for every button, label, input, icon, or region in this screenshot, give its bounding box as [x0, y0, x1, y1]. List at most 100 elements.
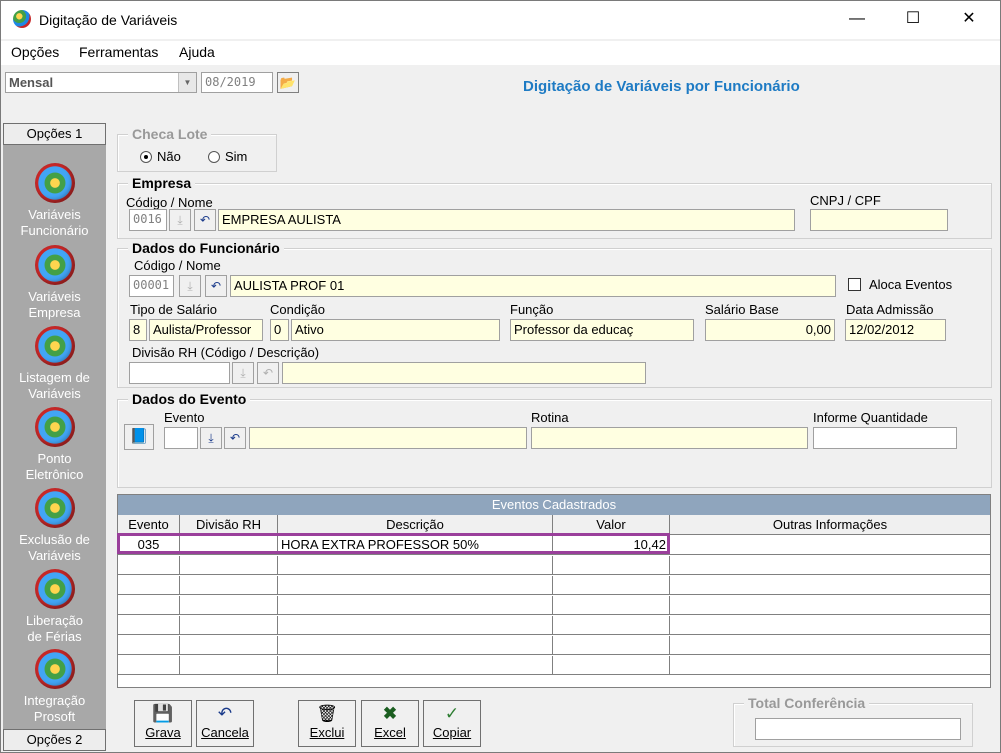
chevron-down-icon[interactable]: ▼	[178, 73, 196, 92]
salario-base-input[interactable]: 0,00	[705, 319, 835, 341]
col-divisao-rh[interactable]: Divisão RH	[180, 515, 278, 535]
undo-icon: ↶	[217, 704, 233, 723]
sidebar-item-label: Empresa	[28, 305, 81, 320]
grid-header: Evento Divisão RH Descrição Valor Outras…	[118, 515, 990, 535]
undo-icon[interactable]: ↶	[194, 209, 216, 231]
sidebar-item-liberacao-ferias[interactable]: Liberação de Férias	[3, 569, 106, 645]
minimize-button[interactable]: —	[834, 1, 880, 37]
condicao-codigo[interactable]: 0	[270, 319, 289, 341]
evento-input[interactable]	[164, 427, 198, 449]
evento-descricao-input[interactable]	[249, 427, 527, 449]
divisao-rh-descricao[interactable]	[282, 362, 646, 384]
sidebar-item-variaveis-funcionario[interactable]: Variáveis Funcionário	[3, 163, 106, 239]
cancela-label: Cancela	[201, 725, 249, 740]
period-type-select[interactable]: Mensal ▼	[5, 72, 197, 93]
app-window: Digitação de Variáveis — ☐ ✕ Opções Ferr…	[0, 0, 1001, 753]
checa-lote-legend: Checa Lote	[128, 126, 212, 142]
table-row-empty[interactable]	[118, 636, 990, 655]
book-icon[interactable]: 📘	[124, 424, 154, 450]
rotina-input[interactable]	[531, 427, 808, 449]
undo-icon[interactable]: ↶	[257, 362, 279, 384]
download-icon[interactable]: ⤓	[179, 275, 201, 297]
table-row-empty[interactable]	[118, 656, 990, 675]
globe-icon	[34, 245, 75, 285]
sidebar-item-label: Listagem de	[19, 370, 90, 385]
col-evento[interactable]: Evento	[118, 515, 180, 535]
cancela-button[interactable]: ↶ Cancela	[196, 700, 254, 747]
sidebar-item-label: Variáveis	[28, 386, 81, 401]
download-icon[interactable]: ⤓	[200, 427, 222, 449]
menu-ajuda[interactable]: Ajuda	[179, 44, 215, 60]
funcionario-nome-input[interactable]: AULISTA PROF 01	[230, 275, 836, 297]
empresa-legend: Empresa	[128, 175, 196, 191]
sidebar-header-opcoes-2[interactable]: Opções 2	[3, 729, 106, 751]
grava-button[interactable]: 💾 Grava	[134, 700, 192, 747]
table-row-empty[interactable]	[118, 576, 990, 595]
quantidade-label: Informe Quantidade	[813, 410, 928, 425]
radio-sim-label: Sim	[225, 149, 248, 164]
menu-ferramentas[interactable]: Ferramentas	[79, 44, 158, 60]
close-button[interactable]: ✕	[946, 1, 992, 37]
funcionario-codigo-input[interactable]: 00001	[129, 275, 174, 297]
condicao-label: Condição	[270, 302, 325, 317]
data-admissao-input[interactable]: 12/02/2012	[845, 319, 946, 341]
excel-label: Excel	[374, 725, 406, 740]
tipo-salario-descricao[interactable]: Aulista/Professor	[149, 319, 263, 341]
cell-outras	[670, 536, 990, 554]
sidebar-item-listagem-variaveis[interactable]: Listagem de Variáveis	[3, 326, 106, 402]
sidebar-item-label: Prosoft	[33, 709, 76, 724]
radio-selected-icon	[140, 151, 152, 163]
sidebar-item-label: de Férias	[27, 629, 82, 644]
sidebar-item-label: Eletrônico	[25, 467, 84, 482]
open-folder-icon[interactable]: 📂	[277, 72, 299, 93]
col-descricao[interactable]: Descrição	[278, 515, 553, 535]
download-icon[interactable]: ⤓	[169, 209, 191, 231]
col-outras-informacoes[interactable]: Outras Informações	[670, 515, 990, 535]
quantidade-input[interactable]	[813, 427, 957, 449]
divisao-rh-codigo[interactable]	[129, 362, 230, 384]
cnpj-label: CNPJ / CPF	[810, 193, 881, 208]
sidebar-item-variaveis-empresa[interactable]: Variáveis Empresa	[3, 245, 106, 321]
page-title: Digitação de Variáveis por Funcionário	[523, 78, 800, 95]
tipo-salario-codigo[interactable]: 8	[129, 319, 147, 341]
menu-opcoes[interactable]: Opções	[11, 44, 59, 60]
total-conferencia-input[interactable]	[755, 718, 961, 740]
empresa-codigo-input[interactable]: 0016	[129, 209, 167, 231]
sidebar-item-integracao-prosoft[interactable]: Integração Prosoft	[3, 649, 106, 725]
table-row-empty[interactable]	[118, 556, 990, 575]
sidebar-header-opcoes-1[interactable]: Opções 1	[3, 123, 106, 145]
salario-base-label: Salário Base	[705, 302, 779, 317]
excel-button[interactable]: ✖ Excel	[361, 700, 419, 747]
undo-icon[interactable]: ↶	[224, 427, 246, 449]
selected-row-highlight	[117, 533, 670, 554]
condicao-descricao[interactable]: Ativo	[291, 319, 500, 341]
funcionario-codigo-label: Código / Nome	[134, 258, 221, 273]
grava-label: Grava	[145, 725, 181, 740]
cnpj-input[interactable]	[810, 209, 948, 231]
copiar-button[interactable]: ✓ Copiar	[423, 700, 481, 747]
period-input[interactable]: 08/2019	[201, 72, 273, 93]
table-row-empty[interactable]	[118, 616, 990, 635]
funcao-input[interactable]: Professor da educaç	[510, 319, 694, 341]
exclui-button[interactable]: 🗑 Exclui	[298, 700, 356, 747]
sidebar-item-ponto-eletronico[interactable]: Ponto Eletrônico	[3, 407, 106, 483]
radio-sim[interactable]: Sim	[208, 149, 247, 164]
download-icon[interactable]: ⤓	[232, 362, 254, 384]
empresa-nome-input[interactable]: EMPRESA AULISTA	[218, 209, 795, 231]
globe-icon	[34, 407, 75, 447]
tipo-salario-label: Tipo de Salário	[130, 302, 217, 317]
sidebar-item-exclusao-variaveis[interactable]: Exclusão de Variáveis	[3, 488, 106, 564]
table-row-empty[interactable]	[118, 596, 990, 615]
toolbar: Mensal ▼ 08/2019 📂 Digitação de Variávei…	[1, 67, 1000, 107]
radio-nao[interactable]: Não	[140, 149, 181, 164]
globe-icon	[34, 163, 75, 203]
maximize-button[interactable]: ☐	[890, 1, 936, 37]
evento-legend: Dados do Evento	[128, 391, 251, 407]
sidebar-item-label: Exclusão de	[19, 532, 90, 547]
col-valor[interactable]: Valor	[553, 515, 670, 535]
evento-group: Dados do Evento 📘 Evento ⤓ ↶ Rotina Info…	[117, 391, 992, 488]
sidebar-item-label: Variáveis	[28, 207, 81, 222]
total-conferencia-group: Total Conferência	[733, 695, 973, 747]
aloca-eventos-checkbox[interactable]	[848, 278, 861, 291]
undo-icon[interactable]: ↶	[205, 275, 227, 297]
